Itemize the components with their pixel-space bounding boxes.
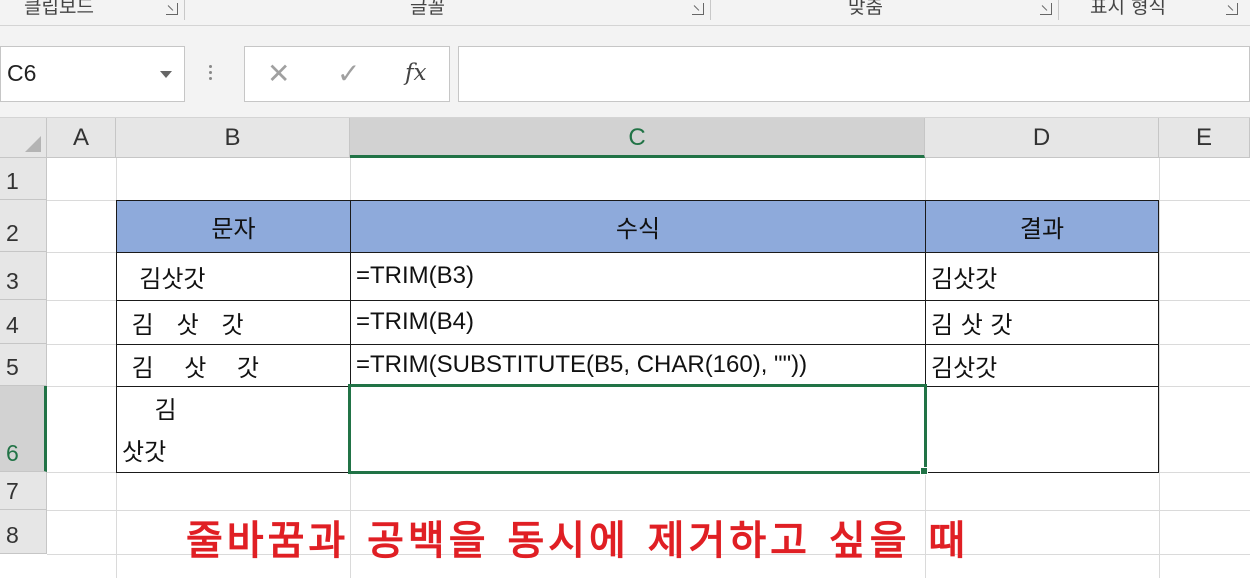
row-header-3[interactable]: 3 [0,252,47,300]
column-header-c[interactable]: C [350,118,925,158]
name-box-value: C6 [7,60,37,86]
cell-c4[interactable]: =TRIM(B4) [356,300,474,344]
select-all-button[interactable] [0,118,47,158]
cell-b6-line2[interactable]: 삿갓 [122,430,166,468]
gridline [1159,158,1160,578]
cell-c3[interactable]: =TRIM(B3) [356,252,474,300]
column-header-b[interactable]: B [116,118,350,158]
row-header-2[interactable]: 2 [0,200,47,252]
cell-border [925,386,1159,473]
ribbon-group-labels: 클립보드 글꼴 맞춤 표시 형식 [0,0,1250,26]
fill-handle[interactable] [920,467,928,475]
cell-d3[interactable]: 김삿갓 [931,252,997,300]
ribbon-group-font: 글꼴 [410,0,445,18]
formula-input[interactable] [458,46,1250,102]
ribbon-group-clipboard: 클립보드 [24,0,94,18]
column-header-a[interactable]: A [47,118,116,158]
ribbon-separator [184,0,185,20]
alignment-launcher-icon[interactable] [1040,3,1052,15]
row-header-8[interactable]: 8 [0,510,47,554]
active-cell-c6[interactable] [348,384,927,474]
table-header-text[interactable]: 문자 [116,200,351,253]
table-header-result[interactable]: 결과 [925,200,1159,253]
drag-handle-icon[interactable] [209,62,213,84]
ribbon-separator [710,0,711,20]
cell-b4[interactable]: 김 삿 갓 [124,300,244,344]
cell-d4[interactable]: 김 삿 갓 [931,300,1013,344]
formula-bar: C6 ✕ ✓ fx [0,26,1250,118]
cell-b5[interactable]: 김 삿 갓 [124,344,259,386]
column-header-e[interactable]: E [1159,118,1250,158]
ribbon-group-number: 표시 형식 [1090,0,1166,18]
number-launcher-icon[interactable] [1226,3,1238,15]
formula-buttons: ✕ ✓ fx [244,46,450,102]
cancel-icon[interactable]: ✕ [267,57,290,90]
cell-b3[interactable]: 김삿갓 [124,252,205,300]
cell-b6-line1[interactable]: 김 [124,388,177,426]
table-header-formula[interactable]: 수식 [350,200,926,253]
column-header-d[interactable]: D [925,118,1159,158]
cell-d5[interactable]: 김삿갓 [931,344,997,386]
select-all-triangle-icon [25,136,41,152]
insert-function-icon[interactable]: fx [405,60,426,86]
font-launcher-icon[interactable] [692,3,704,15]
row-header-6[interactable]: 6 [0,386,47,472]
cell-c5[interactable]: =TRIM(SUBSTITUTE(B5, CHAR(160), "")) [356,344,807,386]
ribbon-separator [1058,0,1059,20]
row-header-4[interactable]: 4 [0,300,47,344]
ribbon-group-alignment: 맞춤 [848,0,883,18]
name-box[interactable]: C6 [0,46,185,102]
clipboard-launcher-icon[interactable] [166,3,178,15]
row-header-7[interactable]: 7 [0,472,47,510]
row-header-1[interactable]: 1 [0,158,47,200]
caption-text: 줄바꿈과 공백을 동시에 제거하고 싶을 때 [186,518,970,564]
chevron-down-icon[interactable] [160,71,172,78]
enter-icon[interactable]: ✓ [337,57,360,90]
row-header-5[interactable]: 5 [0,344,47,386]
worksheet-grid: A B C D E 1 2 3 4 5 6 7 8 문자 수식 결과 김삿갓 =… [0,118,1250,578]
